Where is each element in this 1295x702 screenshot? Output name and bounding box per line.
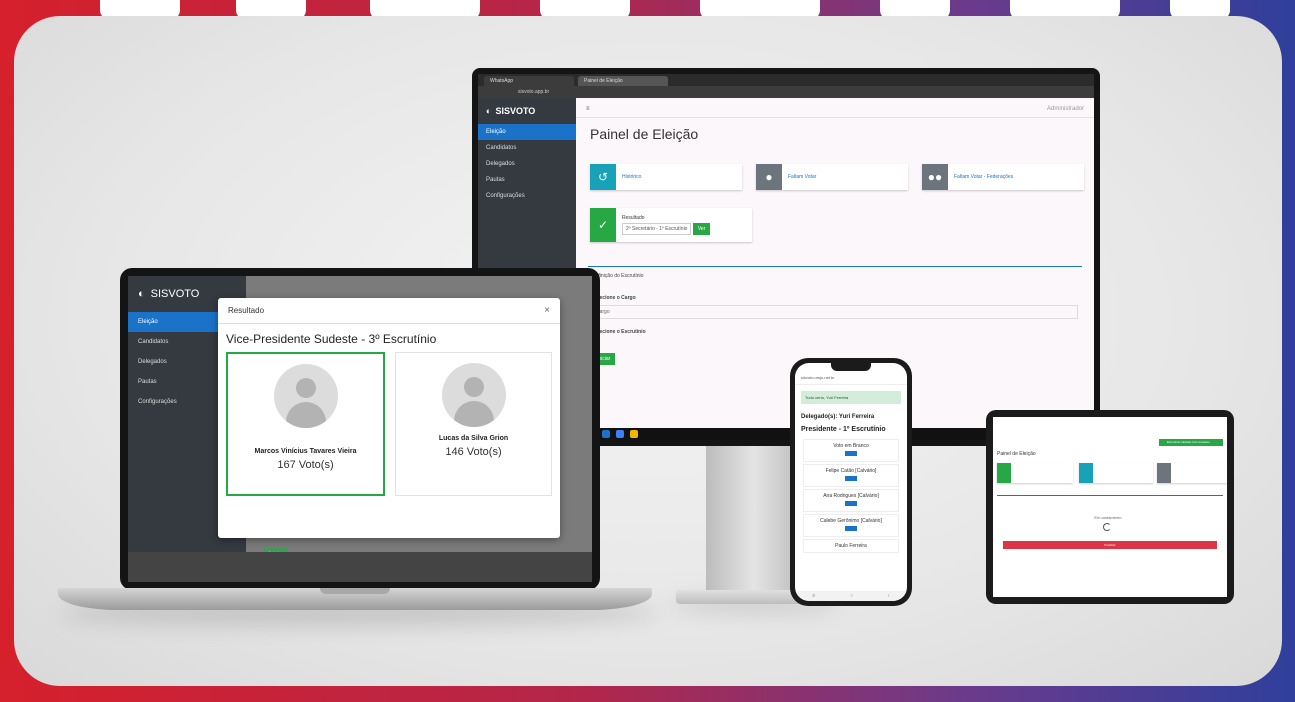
card-faltam-votar-federacoes[interactable]: ●● Faltam Votar - Federações bbox=[922, 164, 1084, 190]
card-historico[interactable]: ↺ Histórico bbox=[590, 164, 742, 190]
address-bar[interactable]: sisvoto.app.br bbox=[478, 86, 1094, 98]
tablet-card-faltam-votar[interactable] bbox=[1157, 463, 1227, 483]
candidate-votes: 167 Voto(s) bbox=[277, 459, 334, 471]
modal-header: Resultado × bbox=[218, 298, 560, 324]
modal-header-title: Resultado bbox=[228, 306, 265, 315]
user-clock-icon: ● bbox=[756, 164, 782, 190]
candidate-name: Marcos Vinícius Tavares Vieira bbox=[254, 448, 357, 455]
history-icon: ↺ bbox=[590, 164, 616, 190]
laptop-base bbox=[58, 588, 652, 610]
home-icon[interactable]: ○ bbox=[850, 593, 853, 599]
finalizar-button[interactable]: Finalizar bbox=[1003, 541, 1217, 549]
tablet: Escrutínio iniciado com sucesso Painel d… bbox=[986, 410, 1234, 604]
vote-option: Ana Rodrigues [Calvário] bbox=[803, 489, 899, 512]
vote-option: Calebe Gerônimo [Calvário] bbox=[803, 514, 899, 537]
resultado-modal: Resultado × Vice-Presidente Sudeste - 3º… bbox=[218, 298, 560, 538]
sidebar-item-delegados[interactable]: Delegados bbox=[478, 156, 576, 172]
vote-button[interactable] bbox=[845, 451, 857, 456]
loading-text: Em andamento bbox=[1094, 515, 1122, 520]
tablet-card-resultado[interactable] bbox=[997, 463, 1073, 483]
avatar bbox=[273, 364, 338, 428]
vote-button[interactable] bbox=[845, 476, 857, 481]
browser-tab-bar: WhatsApp Painel de Eleição bbox=[478, 74, 1094, 86]
sidebar-item-pautas[interactable]: Pautas bbox=[478, 172, 576, 188]
tab-whatsapp[interactable]: WhatsApp bbox=[484, 76, 574, 86]
candidate-name: Lucas da Silva Grion bbox=[438, 435, 509, 442]
cargo-select[interactable]: Cargo bbox=[592, 305, 1078, 319]
top-header: ≡ Administrador bbox=[576, 98, 1094, 118]
user-label[interactable]: Administrador bbox=[1047, 106, 1084, 112]
cargo-label: Selecione o Cargo bbox=[592, 295, 636, 301]
app-icon[interactable] bbox=[616, 430, 624, 438]
candidate-card: Lucas da Silva Grion 146 Voto(s) bbox=[395, 352, 552, 496]
tab-painel[interactable]: Painel de Eleição bbox=[578, 76, 668, 86]
laptop-taskbar bbox=[128, 552, 592, 582]
candidate-list: Marcos Vinícius Tavares Vieira 167 Voto(… bbox=[218, 352, 560, 496]
chrome-icon[interactable] bbox=[630, 430, 638, 438]
card-resultado: ✓ Resultado 2º Secretário - 1º Escrutíni… bbox=[590, 208, 752, 242]
form-section-title: Definição do Escrutínio bbox=[592, 273, 644, 279]
sidebar-item-candidatos[interactable]: Candidatos bbox=[478, 140, 576, 156]
smartphone: sisvoto.umju.net.br Tudo certo, Yuri Fer… bbox=[790, 358, 912, 606]
modal-title: Vice-Presidente Sudeste - 3º Escrutínio bbox=[226, 332, 437, 346]
close-icon[interactable]: × bbox=[544, 305, 550, 316]
card-faltam-votar[interactable]: ● Faltam Votar bbox=[756, 164, 908, 190]
escrutinio-label: Selecione o Escrutínio bbox=[592, 329, 646, 335]
ver-button[interactable]: Ver bbox=[692, 223, 711, 235]
page-title: Painel de Eleição bbox=[590, 126, 699, 142]
vote-option: Voto em Branco bbox=[803, 439, 899, 462]
users-icon: ●● bbox=[922, 164, 948, 190]
monitor-stand bbox=[706, 446, 802, 596]
resultado-select[interactable]: 2º Secretário - 1º Escrutínio bbox=[622, 223, 692, 235]
vote-option: Felipe Catão [Calvário] bbox=[803, 464, 899, 487]
vote-option: Paulo Ferreira bbox=[803, 539, 899, 553]
loading-spinner-icon bbox=[1103, 523, 1111, 531]
clipboard-check-icon: ✓ bbox=[590, 208, 616, 242]
logo-icon: ◐ bbox=[486, 106, 492, 116]
sidebar-item-eleicao[interactable]: Eleição bbox=[478, 124, 576, 140]
menu-icon[interactable]: ≡ bbox=[812, 593, 815, 599]
candidate-card-winner: Marcos Vinícius Tavares Vieira 167 Voto(… bbox=[226, 352, 385, 496]
vote-button[interactable] bbox=[845, 501, 857, 506]
avatar bbox=[441, 363, 506, 427]
delegate-label: Delegado(s): Yuri Ferreira bbox=[801, 414, 875, 420]
tablet-card-historico[interactable] bbox=[1079, 463, 1153, 483]
phone-nav-bar: ≡ ○ ‹ bbox=[795, 591, 907, 601]
sidebar-item-configuracoes[interactable]: Configurações bbox=[478, 188, 576, 204]
logo-icon: ◐ bbox=[138, 288, 145, 300]
phone-screen: sisvoto.umju.net.br Tudo certo, Yuri Fer… bbox=[795, 363, 907, 601]
tablet-screen: Escrutínio iniciado com sucesso Painel d… bbox=[993, 417, 1227, 597]
success-toast: Escrutínio iniciado com sucesso bbox=[1159, 439, 1223, 446]
back-icon[interactable]: ‹ bbox=[888, 593, 890, 599]
app-logo: ◐ SISVOTO bbox=[486, 106, 536, 116]
menu-icon[interactable]: ≡ bbox=[586, 106, 590, 112]
position-title: Presidente - 1º Escrutínio bbox=[801, 426, 886, 433]
app-icon[interactable] bbox=[602, 430, 610, 438]
vote-button[interactable] bbox=[845, 526, 857, 531]
tablet-page-title: Painel de Eleição bbox=[997, 451, 1036, 457]
success-alert: Tudo certo, Yuri Ferreira bbox=[801, 391, 901, 404]
candidate-votes: 146 Voto(s) bbox=[445, 446, 502, 458]
